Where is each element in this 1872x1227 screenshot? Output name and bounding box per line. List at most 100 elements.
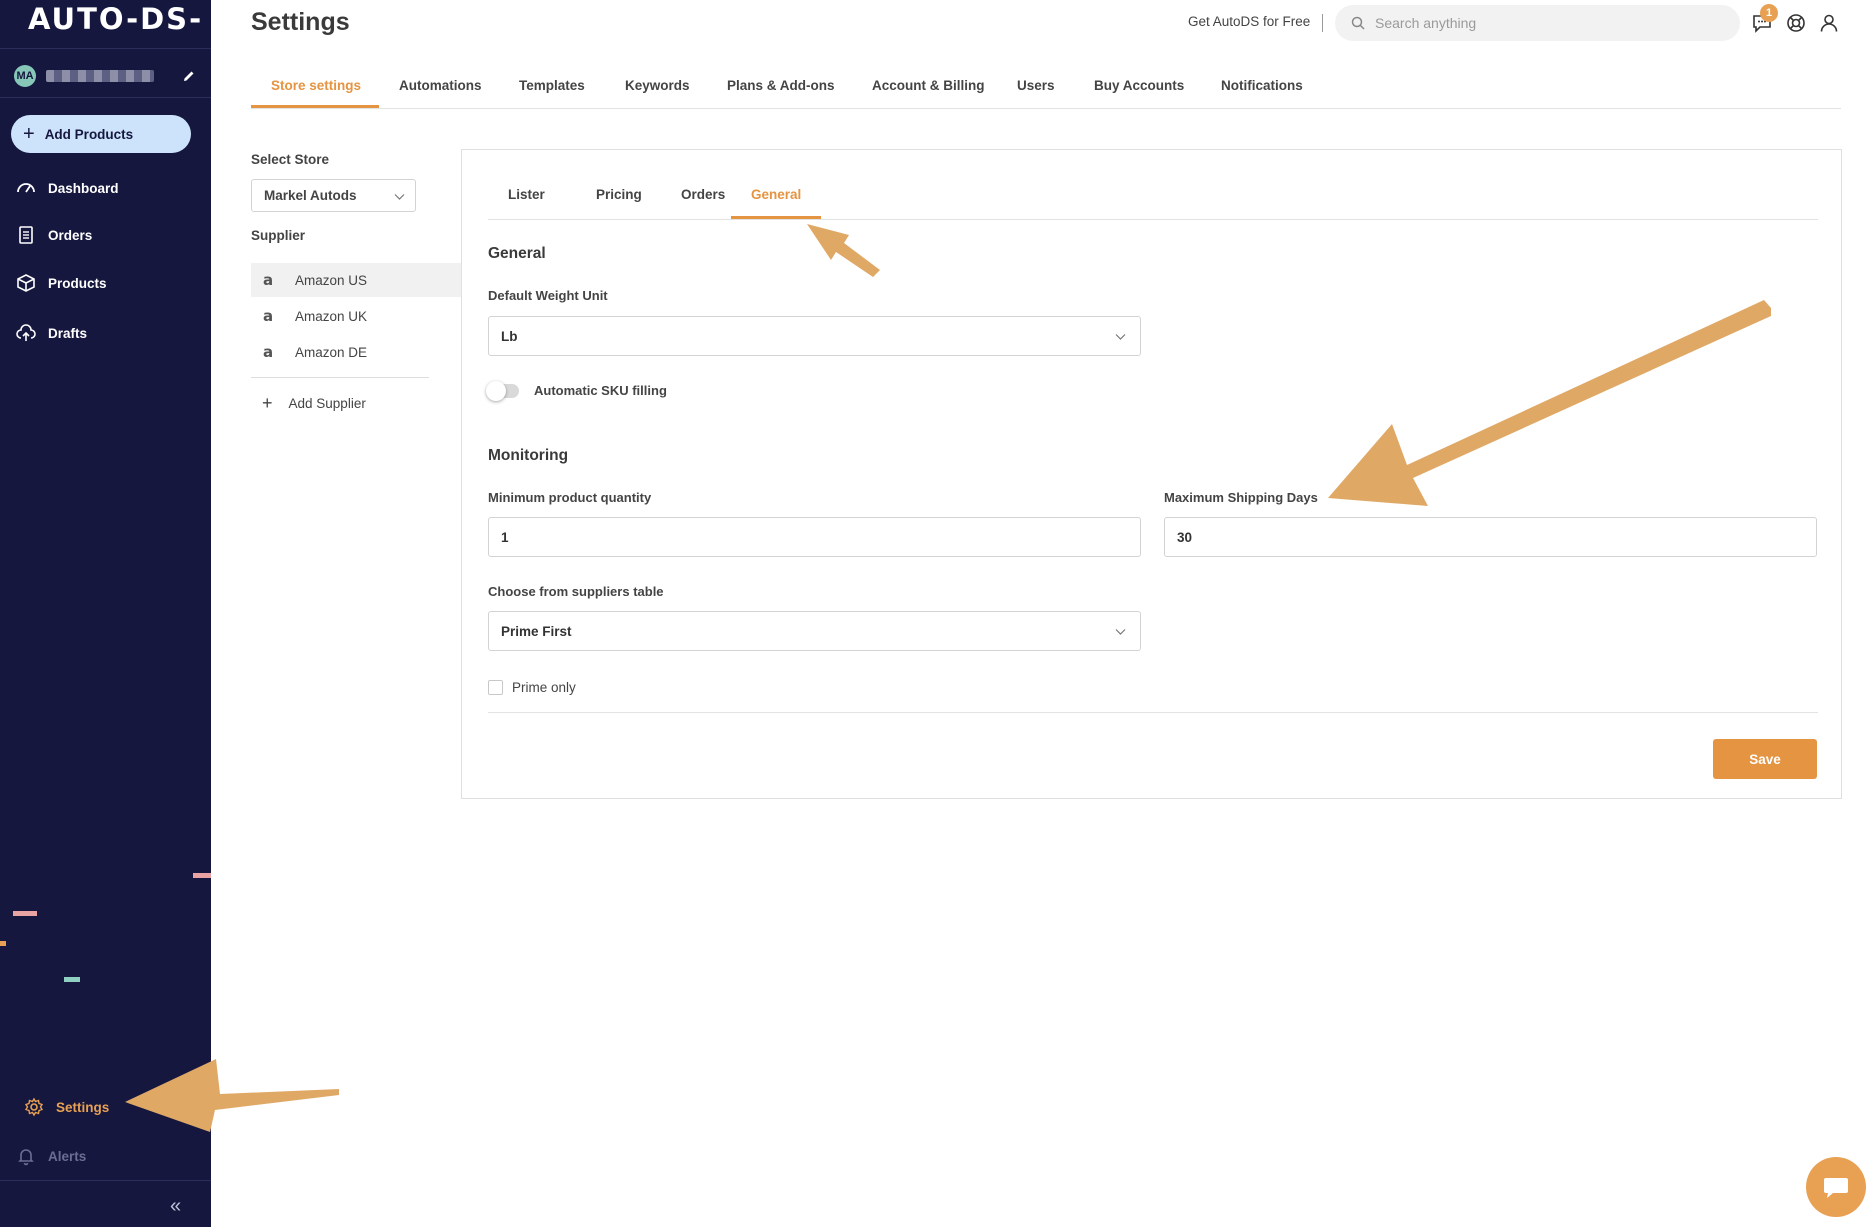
suppliers-table-select[interactable]: Prime First bbox=[488, 611, 1141, 651]
chevron-down-icon bbox=[1115, 629, 1126, 635]
supplier-item-label: Amazon DE bbox=[295, 344, 368, 360]
sidebar-item-label: Dashboard bbox=[48, 180, 119, 196]
tab-account-billing[interactable]: Account & Billing bbox=[872, 78, 985, 93]
sku-filling-label: Automatic SKU filling bbox=[534, 383, 667, 398]
chat-bubble-icon bbox=[1824, 1178, 1848, 1198]
sidebar-divider bbox=[0, 48, 211, 49]
add-supplier-button[interactable]: + Add Supplier bbox=[262, 394, 366, 412]
tab-orders[interactable]: Orders bbox=[681, 187, 725, 202]
sidebar-item-label: Drafts bbox=[48, 325, 88, 341]
sku-filling-toggle[interactable] bbox=[486, 381, 519, 401]
decorative-dash bbox=[64, 977, 80, 982]
get-autods-free-link[interactable]: Get AutoDS for Free bbox=[1188, 14, 1310, 29]
amazon-icon: a bbox=[263, 271, 274, 289]
user-name-blurred bbox=[46, 70, 154, 82]
tab-notifications[interactable]: Notifications bbox=[1221, 78, 1303, 93]
sidebar-item-orders[interactable]: Orders bbox=[16, 222, 92, 248]
logo: AUTO-DS- bbox=[28, 2, 204, 36]
amazon-icon: a bbox=[263, 307, 274, 325]
search-bar[interactable] bbox=[1335, 5, 1740, 41]
store-select[interactable]: Markel Autods bbox=[251, 179, 416, 212]
sidebar-item-drafts[interactable]: Drafts bbox=[16, 320, 87, 346]
sidebar-item-settings[interactable]: Settings bbox=[24, 1094, 109, 1120]
toggle-knob bbox=[486, 381, 506, 401]
sidebar-item-label: Products bbox=[48, 275, 107, 291]
tab-users[interactable]: Users bbox=[1017, 78, 1055, 93]
add-products-label: Add Products bbox=[44, 126, 134, 142]
sidebar-item-label: Orders bbox=[48, 227, 93, 243]
help-icon[interactable] bbox=[1785, 12, 1807, 34]
sidebar-item-products[interactable]: Products bbox=[16, 270, 107, 296]
supplier-item-amazon-uk[interactable]: a Amazon UK bbox=[251, 299, 461, 333]
min-qty-input[interactable] bbox=[488, 517, 1141, 557]
max-shipping-label: Maximum Shipping Days bbox=[1164, 490, 1318, 505]
max-shipping-input[interactable] bbox=[1164, 517, 1817, 557]
gear-icon bbox=[24, 1097, 44, 1117]
tab-store-settings[interactable]: Store settings bbox=[271, 78, 361, 93]
weight-unit-value: Lb bbox=[501, 328, 518, 344]
notification-badge: 1 bbox=[1760, 4, 1778, 22]
tab-plans-addons[interactable]: Plans & Add-ons bbox=[727, 78, 835, 93]
search-icon bbox=[1351, 16, 1365, 30]
page-title: Settings bbox=[251, 8, 350, 36]
tab-templates[interactable]: Templates bbox=[519, 78, 585, 93]
store-select-value: Markel Autods bbox=[264, 188, 357, 203]
active-tab-indicator bbox=[251, 105, 379, 108]
select-store-label: Select Store bbox=[251, 152, 330, 167]
bell-icon bbox=[18, 1149, 34, 1166]
supplier-item-label: Amazon UK bbox=[295, 308, 368, 324]
suppliers-table-label: Choose from suppliers table bbox=[488, 584, 664, 599]
amazon-icon: a bbox=[263, 343, 274, 361]
save-button[interactable]: Save bbox=[1713, 739, 1817, 779]
weight-unit-select[interactable]: Lb bbox=[488, 316, 1141, 356]
decorative-dash bbox=[193, 873, 211, 878]
pencil-icon[interactable] bbox=[181, 68, 197, 84]
chat-widget-button[interactable] bbox=[1806, 1157, 1866, 1217]
chevron-down-icon bbox=[1115, 334, 1126, 340]
general-section-title: General bbox=[488, 245, 546, 262]
search-input[interactable] bbox=[1375, 15, 1715, 31]
prime-only-label: Prime only bbox=[512, 680, 576, 695]
sidebar-item-dashboard[interactable]: Dashboard bbox=[16, 175, 119, 201]
user-row[interactable]: MA bbox=[14, 63, 197, 89]
weight-unit-label: Default Weight Unit bbox=[488, 288, 608, 303]
tab-buy-accounts[interactable]: Buy Accounts bbox=[1094, 78, 1184, 93]
decorative-dash bbox=[13, 911, 37, 916]
app-root: AUTO-DS- MA + Add Products Dashboard Ord… bbox=[0, 0, 1872, 1227]
monitoring-section-title: Monitoring bbox=[488, 447, 569, 464]
prime-only-checkbox[interactable] bbox=[488, 680, 503, 695]
avatar: MA bbox=[14, 65, 36, 87]
decorative-dash bbox=[0, 941, 6, 946]
sidebar-divider bbox=[0, 1180, 211, 1181]
dashboard-icon bbox=[17, 183, 35, 193]
tab-automations[interactable]: Automations bbox=[399, 78, 482, 93]
sidebar-item-label: Alerts bbox=[48, 1148, 87, 1164]
double-chevron-left-icon[interactable]: « bbox=[170, 1196, 188, 1216]
sidebar-item-alerts[interactable]: Alerts bbox=[16, 1143, 86, 1169]
header-separator bbox=[1322, 14, 1323, 32]
suppliers-table-value: Prime First bbox=[501, 623, 572, 639]
min-qty-label: Minimum product quantity bbox=[488, 490, 652, 505]
add-products-button[interactable]: + Add Products bbox=[11, 115, 191, 153]
supplier-item-amazon-de[interactable]: a Amazon DE bbox=[251, 335, 461, 369]
tab-pricing[interactable]: Pricing bbox=[596, 187, 642, 202]
supplier-divider bbox=[251, 377, 429, 378]
settings-tabs: Store settings Automations Templates Key… bbox=[251, 72, 1841, 109]
supplier-item-label: Amazon US bbox=[295, 272, 368, 288]
chevron-down-icon bbox=[394, 194, 405, 200]
card-divider bbox=[488, 712, 1818, 713]
products-icon bbox=[17, 274, 35, 292]
user-icon[interactable] bbox=[1818, 12, 1840, 34]
supplier-label: Supplier bbox=[251, 228, 306, 243]
cloud-upload-icon bbox=[16, 324, 36, 341]
orders-icon bbox=[19, 226, 33, 244]
sidebar: AUTO-DS- MA + Add Products Dashboard Ord… bbox=[0, 0, 211, 1227]
tab-keywords[interactable]: Keywords bbox=[625, 78, 690, 93]
sidebar-divider bbox=[0, 97, 211, 98]
store-settings-subtabs: Lister Pricing Orders General bbox=[488, 150, 1818, 220]
plus-icon: + bbox=[23, 123, 35, 145]
tab-general[interactable]: General bbox=[751, 187, 801, 202]
tab-lister[interactable]: Lister bbox=[508, 187, 545, 202]
sidebar-item-label: Settings bbox=[56, 1099, 110, 1115]
supplier-item-amazon-us[interactable]: a Amazon US bbox=[251, 263, 461, 297]
